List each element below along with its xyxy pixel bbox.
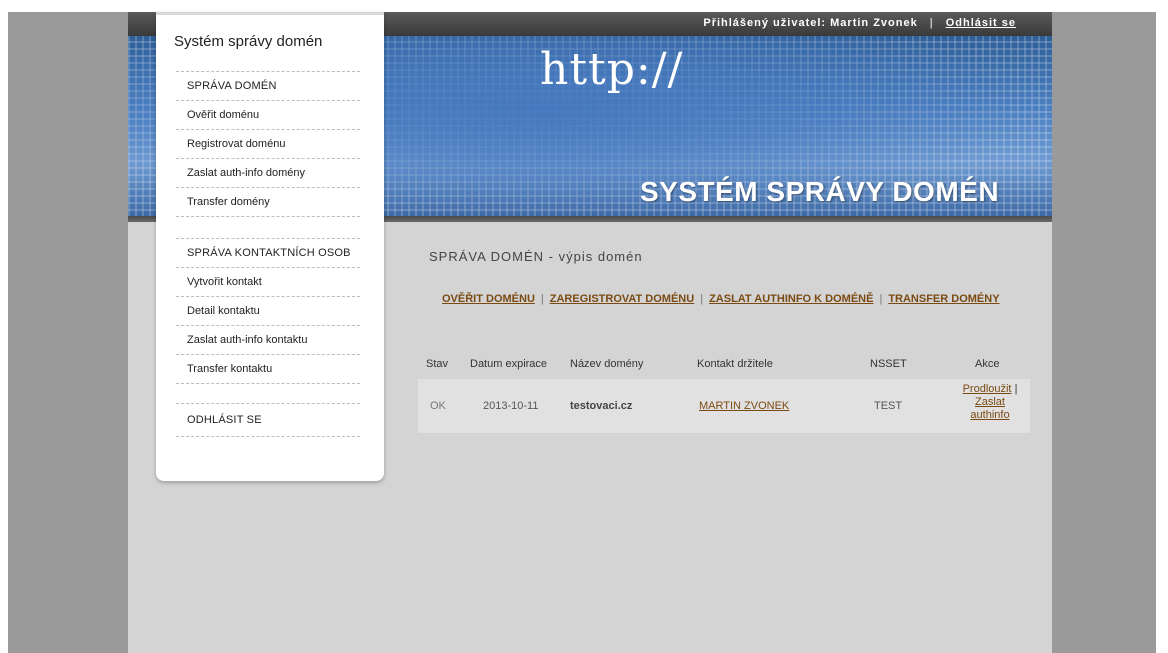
domain-actions: OVĚŘIT DOMÉNU | ZAREGISTROVAT DOMÉNU | ZASLA… bbox=[442, 293, 1000, 305]
nav-group-logout: ODHLÁSIT SE bbox=[176, 403, 360, 437]
send-authinfo-line2: authinfo bbox=[970, 409, 1010, 421]
column-header-domain-name: Název domény bbox=[570, 358, 644, 370]
banner-title: SYSTÉM SPRÁVY DOMÉN bbox=[640, 176, 1000, 207]
column-header-expiration: Datum expirace bbox=[470, 358, 548, 370]
nav-item-transfer-domain[interactable]: Transfer domény bbox=[176, 188, 360, 217]
renew-link[interactable]: Prodloužit bbox=[963, 383, 1012, 395]
action-separator: | bbox=[700, 293, 704, 305]
user-info: Přihlášený uživatel: Martin Zvonek | Odh… bbox=[703, 17, 1016, 29]
send-authinfo-link[interactable]: ZASLAT AUTHINFO K DOMÉNĚ bbox=[709, 293, 873, 305]
table-row: OK 2013-10-11 testovaci.cz MARTIN ZVONEK… bbox=[418, 379, 1030, 433]
send-authinfo-line1: Zaslat bbox=[975, 396, 1005, 408]
nav-item-logout[interactable]: ODHLÁSIT SE bbox=[176, 403, 360, 437]
nav-item-send-authinfo-contact[interactable]: Zaslat auth-info kontaktu bbox=[176, 326, 360, 355]
register-domain-link[interactable]: ZAREGISTROVAT DOMÉNU bbox=[550, 293, 694, 305]
transfer-domain-link[interactable]: TRANSFER DOMÉNY bbox=[888, 293, 999, 305]
page-title: SPRÁVA DOMÉN - výpis domén bbox=[429, 249, 643, 264]
column-header-nsset: NSSET bbox=[870, 358, 907, 370]
column-header-holder-contact: Kontakt držitele bbox=[697, 358, 773, 370]
nav-group-domains: SPRÁVA DOMÉN Ověřit doménu Registrovat d… bbox=[176, 71, 360, 217]
nav-item-send-authinfo-domain[interactable]: Zaslat auth-info domény bbox=[176, 159, 360, 188]
user-name: Martin Zvonek bbox=[830, 17, 918, 29]
row-nsset: TEST bbox=[874, 400, 903, 412]
nav-group-contacts: SPRÁVA KONTAKTNÍCH OSOB Vytvořit kontakt… bbox=[176, 238, 360, 384]
column-header-status: Stav bbox=[426, 358, 449, 370]
nav-item-transfer-contact[interactable]: Transfer kontaktu bbox=[176, 355, 360, 384]
row-expiration-date: 2013-10-11 bbox=[483, 400, 539, 412]
banner-http-text: http:// bbox=[540, 44, 684, 95]
logged-user-label: Přihlášený uživatel: bbox=[703, 17, 827, 29]
nav-item-contact-detail[interactable]: Detail kontaktu bbox=[176, 297, 360, 326]
row-domain-name: testovaci.cz bbox=[570, 400, 633, 412]
sidebar-title: Systém správy domén bbox=[174, 33, 323, 50]
row-action-separator: | bbox=[1014, 383, 1018, 395]
row-status: OK bbox=[430, 400, 446, 412]
sidebar: Systém správy domén SPRÁVA DOMÉN Ověřit … bbox=[156, 12, 384, 481]
action-separator: | bbox=[879, 293, 883, 305]
nav-item-register-domain[interactable]: Registrovat doménu bbox=[176, 130, 360, 159]
domain-table: Stav Datum expirace Název domény Kontakt… bbox=[418, 352, 1030, 433]
nav-head-contact-management[interactable]: SPRÁVA KONTAKTNÍCH OSOB bbox=[176, 238, 360, 268]
column-header-actions: Akce bbox=[975, 358, 1000, 370]
verify-domain-link[interactable]: OVĚŘIT DOMÉNU bbox=[442, 293, 535, 305]
table-header: Stav Datum expirace Název domény Kontakt… bbox=[418, 352, 1030, 376]
topbar-separator: | bbox=[929, 17, 934, 29]
logout-link[interactable]: Odhlásit se bbox=[946, 17, 1016, 29]
nav-item-create-contact[interactable]: Vytvořit kontakt bbox=[176, 268, 360, 297]
nav-head-domain-management[interactable]: SPRÁVA DOMÉN bbox=[176, 71, 360, 101]
send-authinfo-row-link[interactable]: Zaslat authinfo bbox=[970, 396, 1009, 421]
row-holder-contact-link[interactable]: MARTIN ZVONEK bbox=[699, 400, 789, 412]
nav-item-verify-domain[interactable]: Ověřit doménu bbox=[176, 101, 360, 130]
row-actions: Prodloužit | Zaslat authinfo bbox=[950, 383, 1030, 422]
action-separator: | bbox=[540, 293, 544, 305]
